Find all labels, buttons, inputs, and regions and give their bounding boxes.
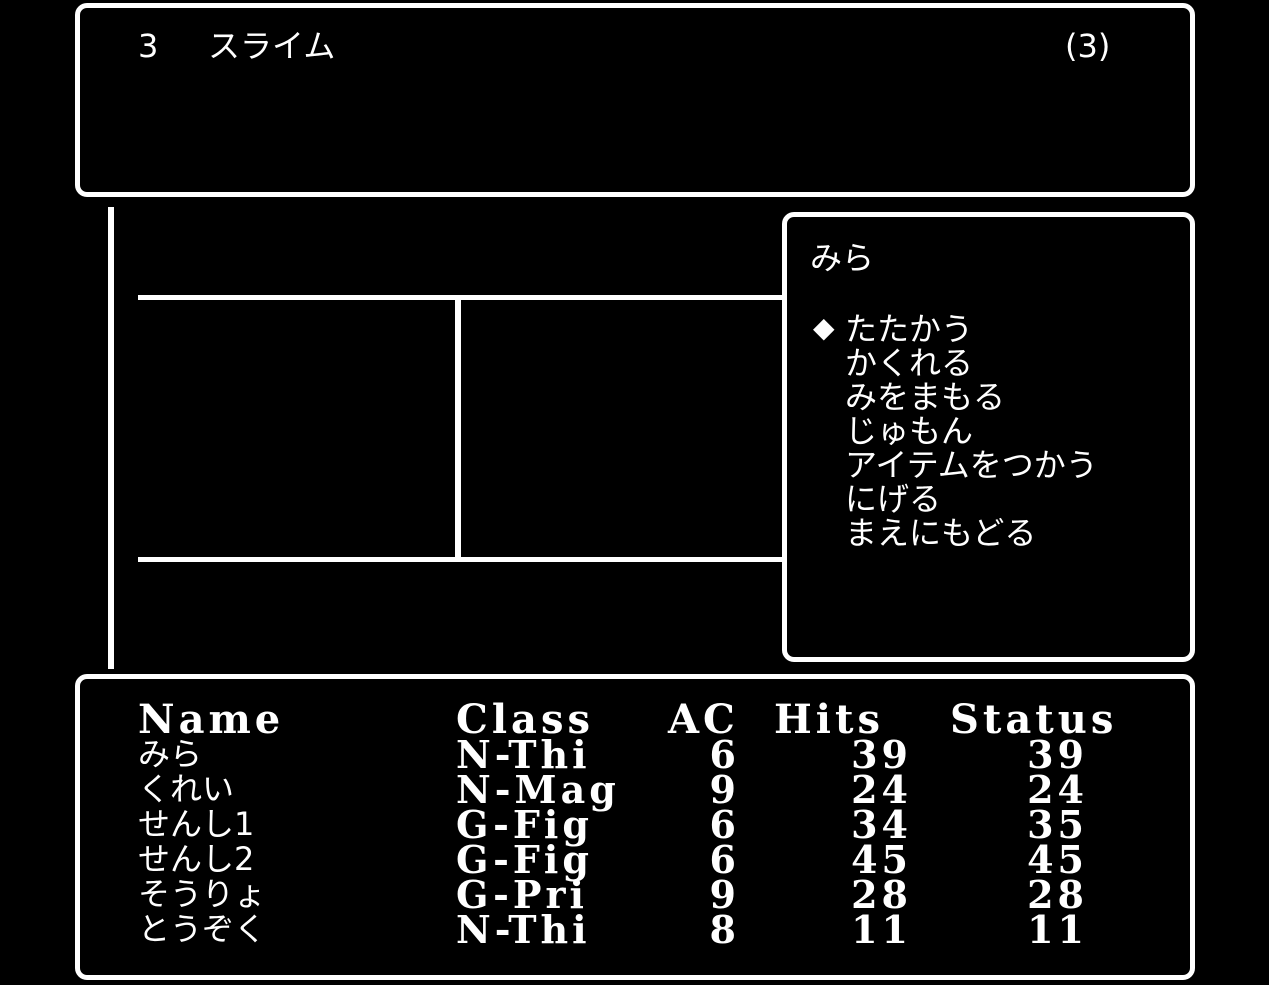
command-menu <box>782 212 1195 662</box>
command-run[interactable]: にげる <box>845 483 941 515</box>
member-name: くれい <box>138 770 235 808</box>
member-name: みら <box>138 735 203 773</box>
dungeon-corner-edge <box>455 295 461 562</box>
dungeon-ceiling-line <box>138 295 786 300</box>
selection-cursor-icon: ◆ <box>813 311 835 344</box>
member-name: とうぞく <box>138 910 267 948</box>
member-name: せんし1 <box>138 805 255 843</box>
command-fight[interactable]: たたかう <box>845 313 973 345</box>
command-spell[interactable]: じゅもん <box>845 415 973 447</box>
encounter-group-number: 3 <box>138 27 159 65</box>
command-back[interactable]: まえにもどる <box>845 517 1036 549</box>
member-name: せんし2 <box>138 840 255 878</box>
command-use-item[interactable]: アイテムをつかう <box>845 449 1098 481</box>
command-parry[interactable]: みをまもる <box>845 381 1005 413</box>
encounter-monster-name: スライム <box>208 27 336 65</box>
active-character-name: みら <box>810 239 875 277</box>
header-name: Name <box>138 696 285 743</box>
dungeon-floor-line <box>138 557 786 562</box>
dungeon-left-wall-edge <box>108 207 114 669</box>
member-class: N-Thi <box>456 907 591 952</box>
member-status: 11 <box>1027 907 1088 952</box>
member-hits: 11 <box>851 907 912 952</box>
command-hide[interactable]: かくれる <box>845 347 973 379</box>
encounter-count: (3) <box>1065 27 1111 65</box>
member-name: そうりょ <box>138 875 267 913</box>
member-ac: 8 <box>709 907 740 952</box>
